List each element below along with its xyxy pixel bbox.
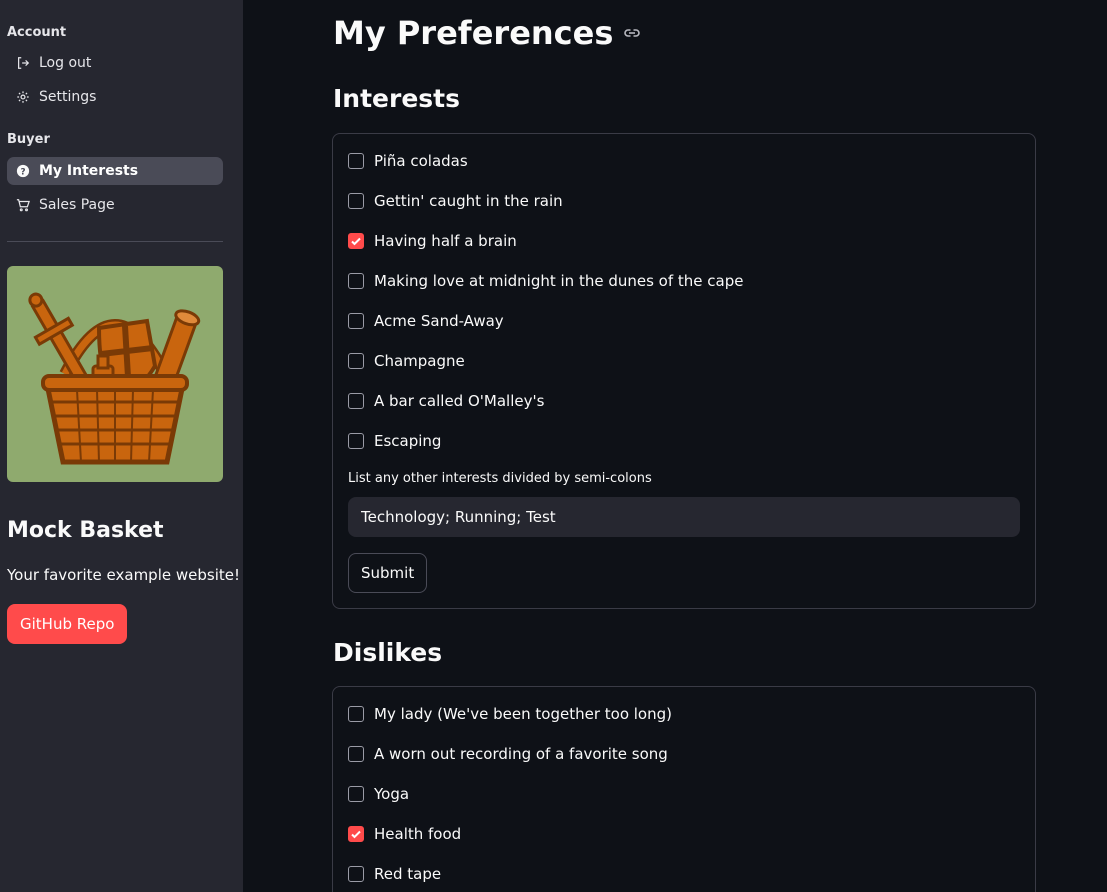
sidebar: Account Log out Settings Buyer ? My Inte… <box>0 0 243 892</box>
checkbox-row[interactable]: Having half a brain <box>348 230 517 252</box>
checkbox-row[interactable]: Acme Sand-Away <box>348 310 504 332</box>
checkbox-label: Champagne <box>374 352 465 370</box>
checkbox-row[interactable]: Piña coladas <box>348 150 468 172</box>
basket-logo <box>7 266 223 482</box>
checkbox[interactable] <box>348 706 364 722</box>
sidebar-item-settings[interactable]: Settings <box>7 83 223 111</box>
sidebar-item-label: Log out <box>39 55 92 71</box>
checkbox-label: A worn out recording of a favorite song <box>374 745 668 763</box>
checkbox[interactable] <box>348 273 364 289</box>
github-repo-button[interactable]: GitHub Repo <box>7 604 128 644</box>
checkbox-label: My lady (We've been together too long) <box>374 705 672 723</box>
checkbox-label: Escaping <box>374 432 442 450</box>
sidebar-item-logout[interactable]: Log out <box>7 49 223 77</box>
interests-form: Piña coladas Gettin' caught in the rain Ha… <box>332 133 1036 609</box>
brand-subtitle: Your favorite example website! <box>7 566 240 584</box>
checkbox-row[interactable]: Escaping <box>348 430 441 452</box>
checkbox-label: Acme Sand-Away <box>374 312 504 330</box>
checkbox-label: Red tape <box>374 865 442 883</box>
checkbox-row[interactable]: Red tape <box>348 863 441 885</box>
checkbox-label: Having half a brain <box>374 232 517 250</box>
checkbox[interactable] <box>348 353 364 369</box>
sidebar-item-sales-page[interactable]: Sales Page <box>7 191 223 219</box>
checkbox[interactable] <box>348 193 364 209</box>
checkbox-row[interactable]: Champagne <box>348 350 465 372</box>
checkbox-label: Making love at midnight in the dunes of … <box>374 272 744 290</box>
checkbox[interactable] <box>348 313 364 329</box>
checkbox[interactable] <box>348 746 364 762</box>
sidebar-item-label: My Interests <box>39 163 139 179</box>
link-icon[interactable] <box>623 24 641 42</box>
checkbox-label: Yoga <box>374 785 410 803</box>
checkbox-row[interactable]: A worn out recording of a favorite song <box>348 743 668 765</box>
nav-section-account: Account <box>7 25 67 40</box>
other-interests-input[interactable] <box>348 497 1020 537</box>
other-interests-label: List any other interests divided by semi… <box>348 471 652 486</box>
dislikes-title: Dislikes <box>333 638 443 667</box>
checkbox-row[interactable]: A bar called O'Malley's <box>348 390 544 412</box>
checkbox[interactable] <box>348 393 364 409</box>
checkbox-label: A bar called O'Malley's <box>374 392 545 410</box>
main-content: My Preferences Interests Piña coladas Get… <box>243 0 1107 892</box>
checkbox-row[interactable]: My lady (We've been together too long) <box>348 703 672 725</box>
checkbox-row[interactable]: Health food <box>348 823 461 845</box>
checkbox[interactable] <box>348 153 364 169</box>
sidebar-item-label: Sales Page <box>39 197 115 213</box>
checkbox[interactable] <box>348 786 364 802</box>
checkbox-label: Health food <box>374 825 462 843</box>
checkbox[interactable] <box>348 433 364 449</box>
checkbox-checked[interactable] <box>348 826 364 842</box>
logout-icon <box>16 56 30 70</box>
gear-icon <box>16 90 30 104</box>
checkbox-label: Piña coladas <box>374 152 468 170</box>
cart-icon <box>16 198 30 212</box>
checkbox-row[interactable]: Making love at midnight in the dunes of … <box>348 270 743 292</box>
page-title-text: My Preferences <box>333 14 614 52</box>
dislikes-form: My lady (We've been together too long) A … <box>332 686 1036 892</box>
page-title: My Preferences <box>333 14 641 52</box>
checkbox-checked[interactable] <box>348 233 364 249</box>
brand-title: Mock Basket <box>7 518 164 543</box>
checkbox-row[interactable]: Yoga <box>348 783 409 805</box>
sidebar-item-my-interests[interactable]: ? My Interests <box>7 157 223 185</box>
help-circle-icon: ? <box>16 164 30 178</box>
nav-section-buyer: Buyer <box>7 132 50 147</box>
svg-text:?: ? <box>20 168 25 178</box>
sidebar-divider <box>7 241 223 242</box>
checkbox-row[interactable]: Gettin' caught in the rain <box>348 190 563 212</box>
checkbox[interactable] <box>348 866 364 882</box>
sidebar-item-label: Settings <box>39 89 97 105</box>
checkbox-label: Gettin' caught in the rain <box>374 192 563 210</box>
submit-button[interactable]: Submit <box>348 553 428 593</box>
interests-title: Interests <box>333 84 461 113</box>
